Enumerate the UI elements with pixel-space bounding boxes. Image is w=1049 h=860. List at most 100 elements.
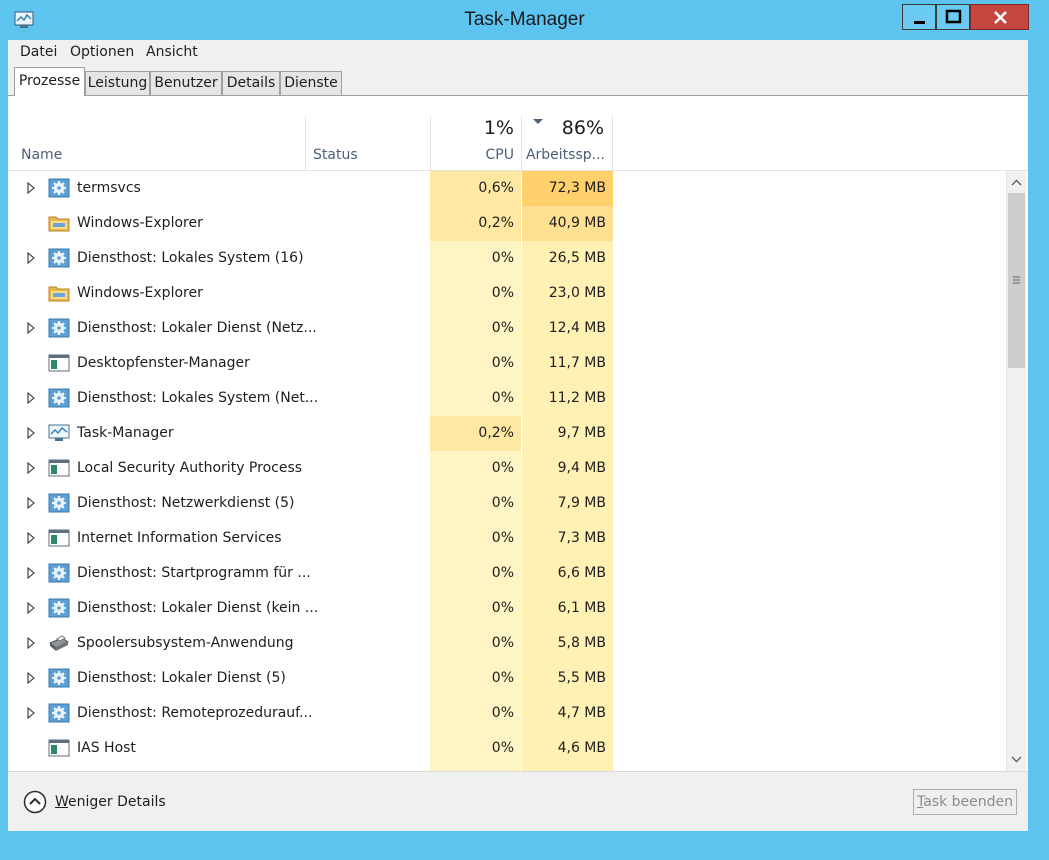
gear-icon: [48, 703, 70, 723]
memory-value: 11,7 MB: [548, 355, 606, 371]
title-bar[interactable]: Task-Manager: [0, 0, 1049, 40]
process-row[interactable]: Diensthost: Lokaler Dienst (Netz... 0% 12,…: [8, 311, 1003, 346]
memory-cell: 6,1 MB: [522, 591, 613, 626]
memory-value: 5,8 MB: [557, 635, 606, 651]
memory-value: 9,4 MB: [557, 460, 606, 476]
column-divider[interactable]: [305, 116, 306, 171]
memory-cell: 5,8 MB: [522, 626, 613, 661]
process-row[interactable]: Local Security Authority Process 0% 9,4 MB: [8, 451, 1003, 486]
menu-ansicht[interactable]: Ansicht: [146, 44, 198, 60]
process-row[interactable]: Diensthost: Remoteprozedurauf... 0% 4,7 MB: [8, 696, 1003, 731]
cpu-cell: 0%: [430, 661, 521, 696]
task-manager-icon: [48, 423, 70, 443]
cpu-cell: 0%: [430, 626, 521, 661]
tab-benutzer[interactable]: Benutzer: [150, 71, 222, 95]
cpu-value: 0,2%: [478, 425, 514, 441]
expand-chevron-icon[interactable]: [26, 251, 36, 265]
expand-chevron-icon[interactable]: [26, 496, 36, 510]
process-row[interactable]: Windows-Explorer 0,2% 40,9 MB: [8, 206, 1003, 241]
column-memory-header[interactable]: Arbeitssp...: [522, 147, 605, 163]
process-row[interactable]: Diensthost: Lokaler Dienst (5) 0% 5,5 MB: [8, 661, 1003, 696]
process-name: Diensthost: Startprogramm für ...: [77, 565, 311, 581]
process-list: termsvcs 0,6% 72,3 MB Windows-Explorer 0,2% 4…: [8, 171, 1003, 771]
window-title: Task-Manager: [464, 9, 585, 30]
process-name: Diensthost: Lokaler Dienst (kein ...: [77, 600, 319, 616]
app-window-icon: [48, 353, 70, 373]
expand-chevron-icon[interactable]: [26, 601, 36, 615]
memory-cell: 7,3 MB: [522, 521, 613, 556]
cpu-value: 0%: [491, 320, 514, 336]
process-row[interactable]: termsvcs 0,6% 72,3 MB: [8, 171, 1003, 206]
process-row[interactable]: Desktopfenster-Manager 0% 11,7 MB: [8, 346, 1003, 381]
memory-cell: 7,9 MB: [522, 486, 613, 521]
cpu-cell: 0,2%: [430, 206, 521, 241]
expand-chevron-icon[interactable]: [26, 426, 36, 440]
expand-chevron-icon[interactable]: [26, 636, 36, 650]
expand-chevron-icon[interactable]: [26, 461, 36, 475]
column-cpu-header[interactable]: CPU: [438, 147, 514, 163]
gear-icon: [48, 598, 70, 618]
process-name: Windows-Explorer: [77, 215, 203, 231]
process-row[interactable]: Diensthost: Lokales System (Net... 0% 11,2…: [8, 381, 1003, 416]
cpu-cell: 0%: [430, 556, 521, 591]
process-row[interactable]: Diensthost: Lokaler Dienst (kein ... 0% 6,…: [8, 591, 1003, 626]
fewer-details-link[interactable]: Weniger Details: [55, 794, 166, 810]
cpu-value: 0%: [491, 530, 514, 546]
menu-datei[interactable]: Datei: [20, 44, 57, 60]
cpu-cell: 0%: [430, 451, 521, 486]
column-status-header[interactable]: Status: [313, 147, 358, 163]
process-name: Windows-Explorer: [77, 285, 203, 301]
expand-chevron-icon[interactable]: [26, 391, 36, 405]
cpu-cell: 0%: [430, 521, 521, 556]
process-row[interactable]: Task-Manager 0,2% 9,7 MB: [8, 416, 1003, 451]
column-name-header[interactable]: Name: [21, 147, 62, 163]
memory-cell: 23,0 MB: [522, 276, 613, 311]
maximize-button[interactable]: [936, 4, 970, 30]
tab-strip: Prozesse Leistung Benutzer Details Diens…: [8, 65, 1028, 96]
maximize-icon: [945, 9, 962, 24]
expand-chevron-icon[interactable]: [26, 671, 36, 685]
scroll-down-icon[interactable]: [1007, 750, 1026, 768]
gear-icon: [48, 248, 70, 268]
tab-leistung[interactable]: Leistung: [85, 71, 150, 95]
end-task-button[interactable]: Task beenden: [913, 789, 1017, 815]
process-row[interactable]: Diensthost: Lokales System (16) 0% 26,5 MB: [8, 241, 1003, 276]
memory-value: 6,1 MB: [557, 600, 606, 616]
expand-chevron-icon[interactable]: [26, 566, 36, 580]
collapse-chevron-up-icon[interactable]: [23, 790, 47, 814]
process-row[interactable]: Windows-Explorer 0% 23,0 MB: [8, 276, 1003, 311]
process-row[interactable]: Diensthost: Startprogramm für ... 0% 6,6 M…: [8, 556, 1003, 591]
vertical-scrollbar[interactable]: [1006, 171, 1026, 771]
process-row[interactable]: Diensthost: Netzwerkdienst (5) 0% 7,9 MB: [8, 486, 1003, 521]
tab-details[interactable]: Details: [222, 71, 280, 95]
menu-optionen[interactable]: Optionen: [70, 44, 134, 60]
footer-bar: Weniger Details Task beenden: [8, 771, 1028, 831]
gear-icon: [48, 563, 70, 583]
process-row[interactable]: Spoolersubsystem-Anwendung 0% 5,8 MB: [8, 626, 1003, 661]
cpu-cell: 0%: [430, 696, 521, 731]
tab-dienste[interactable]: Dienste: [280, 71, 342, 95]
expand-chevron-icon[interactable]: [26, 706, 36, 720]
memory-cell: 9,4 MB: [522, 451, 613, 486]
expand-chevron-icon[interactable]: [26, 181, 36, 195]
expand-chevron-icon[interactable]: [26, 531, 36, 545]
process-row[interactable]: Internet Information Services 0% 7,3 MB: [8, 521, 1003, 556]
cpu-value: 0%: [491, 600, 514, 616]
expand-chevron-icon[interactable]: [26, 321, 36, 335]
tab-prozesse[interactable]: Prozesse: [14, 67, 85, 96]
minimize-button[interactable]: [902, 4, 936, 30]
cpu-value: 0%: [491, 285, 514, 301]
column-divider[interactable]: [612, 116, 613, 171]
close-button[interactable]: [970, 4, 1029, 30]
process-name: Diensthost: Netzwerkdienst (5): [77, 495, 295, 511]
memory-value: 72,3 MB: [548, 180, 606, 196]
column-divider[interactable]: [430, 116, 431, 171]
memory-value: 7,3 MB: [557, 530, 606, 546]
cpu-value: 0%: [491, 390, 514, 406]
process-row[interactable]: IAS Host 0% 4,6 MB: [8, 731, 1003, 766]
cpu-cell: 0%: [430, 276, 521, 311]
scrollbar-thumb[interactable]: [1008, 193, 1025, 368]
scroll-up-icon[interactable]: [1007, 174, 1026, 192]
cpu-value: 0%: [491, 495, 514, 511]
memory-cell: 26,5 MB: [522, 241, 613, 276]
